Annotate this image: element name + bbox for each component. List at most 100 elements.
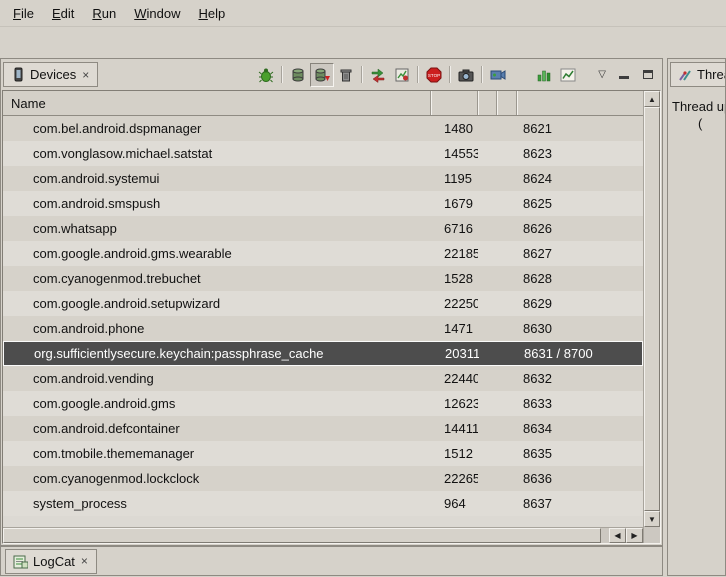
process-port: 8623 xyxy=(517,146,643,161)
process-port: 8629 xyxy=(517,296,643,311)
column-header-3[interactable] xyxy=(478,91,497,115)
process-pid: 1528 xyxy=(431,271,478,286)
process-pid: 14553 xyxy=(431,146,478,161)
process-name: com.whatsapp xyxy=(3,221,431,236)
table-row[interactable]: com.cyanogenmod.lockclock 22265 8636 xyxy=(3,466,643,491)
table-row[interactable]: com.android.systemui 1195 8624 xyxy=(3,166,643,191)
tab-devices[interactable]: Devices × xyxy=(3,62,98,87)
process-port: 8621 xyxy=(517,121,643,136)
column-header-pid[interactable] xyxy=(431,91,478,115)
tab-logcat[interactable]: LogCat × xyxy=(5,549,97,574)
threads-view-header: Threads xyxy=(668,59,725,90)
table-row[interactable]: com.cyanogenmod.trebuchet 1528 8628 xyxy=(3,266,643,291)
threads-icon xyxy=(678,68,692,82)
trash-icon xyxy=(338,67,354,83)
scroll-left-button[interactable]: ◀ xyxy=(609,528,626,543)
scroll-up-button[interactable]: ▲ xyxy=(644,91,660,107)
table-row[interactable]: com.google.android.gms 12623 8633 xyxy=(3,391,643,416)
menu-run[interactable]: Run xyxy=(83,2,125,25)
v-scrollbar-thumb[interactable] xyxy=(644,107,660,511)
table-row[interactable]: com.tmobile.thememanager 1512 8635 xyxy=(3,441,643,466)
menu-file[interactable]: File xyxy=(4,2,43,25)
threads-message-line1: Thread up xyxy=(672,98,725,115)
update-threads-button[interactable] xyxy=(366,63,390,87)
table-row[interactable]: com.vonglasow.michael.satstat 14553 8623 xyxy=(3,141,643,166)
tab-threads-label: Threads xyxy=(697,67,726,82)
screen-record-button[interactable] xyxy=(486,63,510,87)
scrollbar-corner xyxy=(644,527,660,543)
update-heap-button[interactable] xyxy=(286,63,310,87)
start-method-profiling-button[interactable] xyxy=(390,63,414,87)
process-port: 8636 xyxy=(517,471,643,486)
table-row[interactable]: com.android.phone 1471 8630 xyxy=(3,316,643,341)
process-pid: 12623 xyxy=(431,396,478,411)
process-name: com.tmobile.thememanager xyxy=(3,446,431,461)
table-row[interactable]: system_process 964 8637 xyxy=(3,491,643,516)
process-pid: 1679 xyxy=(431,196,478,211)
process-name: com.android.smspush xyxy=(3,196,431,211)
system-info-button[interactable] xyxy=(532,63,556,87)
process-name: com.android.systemui xyxy=(3,171,431,186)
devices-view-header: Devices × xyxy=(1,59,662,90)
empty-toolbar-strip xyxy=(0,27,726,58)
screen-capture-button[interactable] xyxy=(454,63,478,87)
scroll-down-button[interactable]: ▼ xyxy=(644,511,660,527)
debug-icon xyxy=(258,67,274,83)
cause-gc-button[interactable] xyxy=(334,63,358,87)
scroll-right-icon: ▶ xyxy=(631,531,637,540)
process-port: 8635 xyxy=(517,446,643,461)
horizontal-scrollbar[interactable]: ◀ ▶ xyxy=(3,527,643,543)
menu-help[interactable]: Help xyxy=(189,2,234,25)
process-port: 8634 xyxy=(517,421,643,436)
tab-devices-label: Devices xyxy=(30,67,76,82)
close-icon[interactable]: × xyxy=(80,555,89,567)
stop-process-button[interactable]: STOP xyxy=(422,63,446,87)
h-scrollbar-thumb[interactable] xyxy=(3,528,601,543)
device-table-rows: com.bel.android.dspmanager 1480 8621 com… xyxy=(3,116,643,527)
stop-icon: STOP xyxy=(426,67,442,83)
process-name: com.google.android.gms xyxy=(3,396,431,411)
scroll-right-button[interactable]: ▶ xyxy=(626,528,643,543)
column-header-port[interactable] xyxy=(517,91,643,115)
table-row[interactable]: com.android.defcontainer 14411 8634 xyxy=(3,416,643,441)
toolbar-separator xyxy=(449,66,451,83)
debug-process-button[interactable] xyxy=(254,63,278,87)
vertical-scrollbar[interactable]: ▲ ▼ xyxy=(644,91,660,527)
menu-edit[interactable]: Edit xyxy=(43,2,83,25)
tab-threads[interactable]: Threads xyxy=(670,62,726,87)
minimize-button[interactable] xyxy=(614,65,634,85)
process-name: com.cyanogenmod.trebuchet xyxy=(3,271,431,286)
process-port: 8627 xyxy=(517,246,643,261)
devices-view: Devices × xyxy=(0,58,663,546)
process-name: com.google.android.setupwizard xyxy=(3,296,431,311)
view-menu-chevron-icon[interactable]: ▽ xyxy=(594,69,610,80)
line-chart-icon xyxy=(560,67,576,83)
maximize-button[interactable] xyxy=(638,65,658,85)
table-row[interactable]: com.android.smspush 1679 8625 xyxy=(3,191,643,216)
dump-hprof-button[interactable] xyxy=(310,63,334,87)
process-pid: 22250 xyxy=(431,296,478,311)
process-name: com.android.vending xyxy=(3,371,431,386)
close-icon[interactable]: × xyxy=(81,69,90,81)
column-header-4[interactable] xyxy=(497,91,517,115)
process-name: com.android.phone xyxy=(3,321,431,336)
menu-window[interactable]: Window xyxy=(125,2,189,25)
toolbar-separator xyxy=(281,66,283,83)
table-row[interactable]: com.google.android.setupwizard 22250 862… xyxy=(3,291,643,316)
network-stats-button[interactable] xyxy=(556,63,580,87)
h-scrollbar-track[interactable] xyxy=(601,528,609,543)
column-header-name[interactable]: Name xyxy=(3,91,431,115)
table-row[interactable]: com.bel.android.dspmanager 1480 8621 xyxy=(3,116,643,141)
logcat-icon xyxy=(13,554,28,569)
video-icon xyxy=(490,67,506,83)
toolbar-separator xyxy=(481,66,483,83)
process-pid: 1480 xyxy=(431,121,478,136)
table-row[interactable]: org.sufficientlysecure.keychain:passphra… xyxy=(3,341,643,366)
svg-text:STOP: STOP xyxy=(428,73,440,78)
table-row[interactable]: com.android.vending 22440 8632 xyxy=(3,366,643,391)
process-name: com.android.defcontainer xyxy=(3,421,431,436)
process-pid: 14411 xyxy=(431,421,478,436)
table-row[interactable]: com.whatsapp 6716 8626 xyxy=(3,216,643,241)
process-name: com.cyanogenmod.lockclock xyxy=(3,471,431,486)
table-row[interactable]: com.google.android.gms.wearable 22185 86… xyxy=(3,241,643,266)
